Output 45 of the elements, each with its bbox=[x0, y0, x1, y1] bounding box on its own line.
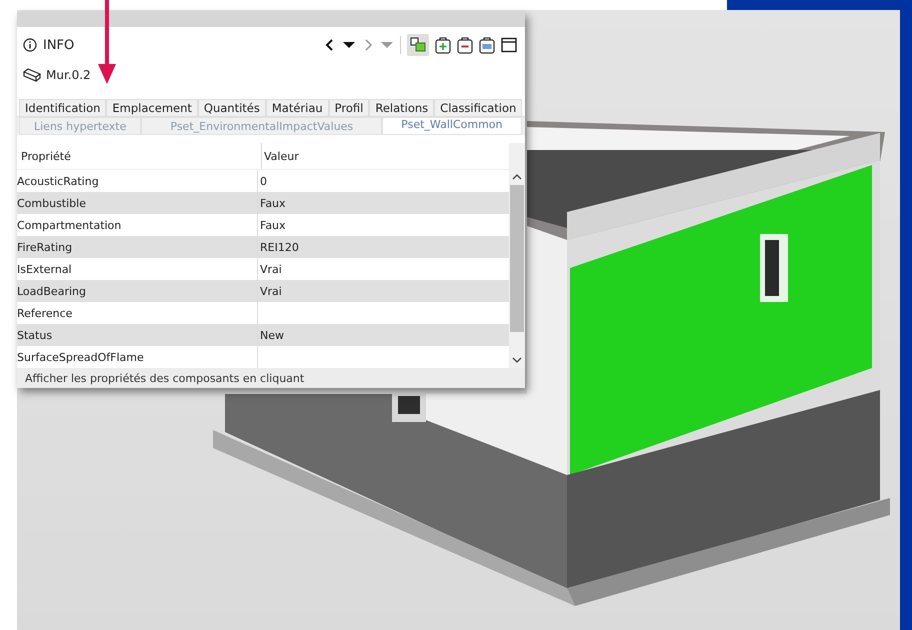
tab[interactable]: Matériau bbox=[266, 99, 329, 116]
property-name: SurfaceSpreadOfFlame bbox=[17, 350, 144, 364]
table-row[interactable]: LoadBearing Vrai bbox=[17, 280, 509, 302]
table-row[interactable]: FireRating REI120 bbox=[17, 236, 509, 258]
property-name: Reference bbox=[17, 306, 72, 320]
tab[interactable]: Quantités bbox=[198, 99, 266, 116]
info-icon bbox=[23, 38, 37, 52]
status-text: Afficher les propriétés des composants en cliquant bbox=[25, 372, 304, 384]
property-name: Compartmentation bbox=[17, 218, 122, 232]
table-row[interactable]: Combustible Faux bbox=[17, 192, 509, 214]
scrollbar[interactable] bbox=[509, 143, 525, 368]
property-name: Status bbox=[17, 328, 52, 342]
panel-title: INFO bbox=[43, 38, 74, 52]
property-value: Faux bbox=[260, 196, 286, 210]
tab[interactable]: Classification bbox=[434, 99, 522, 116]
scrollbar-thumb[interactable] bbox=[510, 185, 524, 332]
cubes-icon[interactable] bbox=[407, 34, 429, 56]
property-name: AcousticRating bbox=[17, 174, 99, 188]
tab[interactable]: Identification bbox=[19, 99, 106, 116]
remove-icon[interactable] bbox=[457, 36, 473, 54]
equal-icon[interactable] bbox=[479, 36, 495, 54]
wall-icon bbox=[23, 68, 41, 82]
element-name: Mur.0.2 bbox=[46, 68, 91, 82]
table-row[interactable]: Status New bbox=[17, 324, 509, 346]
scroll-down-icon[interactable] bbox=[512, 356, 522, 364]
property-value: New bbox=[260, 328, 284, 342]
column-header[interactable]: Valeur bbox=[262, 143, 509, 169]
property-value: REI120 bbox=[260, 240, 299, 254]
property-value: Vrai bbox=[260, 262, 282, 276]
property-name: Combustible bbox=[17, 196, 86, 210]
tab[interactable]: Pset_WallCommon bbox=[382, 117, 522, 135]
scroll-up-icon[interactable] bbox=[512, 173, 522, 181]
property-value: Vrai bbox=[260, 284, 282, 298]
property-name: LoadBearing bbox=[17, 284, 86, 298]
tab[interactable]: Relations bbox=[369, 99, 434, 116]
column-header[interactable]: Propriété bbox=[17, 143, 262, 169]
property-name: FireRating bbox=[17, 240, 72, 254]
arrow-icon bbox=[97, 0, 117, 86]
property-value: 0 bbox=[260, 174, 267, 188]
add-icon[interactable] bbox=[435, 36, 451, 54]
property-name: IsExternal bbox=[17, 262, 72, 276]
property-value: Faux bbox=[260, 218, 286, 232]
window-icon[interactable] bbox=[501, 37, 517, 53]
tab[interactable]: Emplacement bbox=[106, 99, 198, 116]
tab[interactable]: Profil bbox=[328, 99, 370, 116]
